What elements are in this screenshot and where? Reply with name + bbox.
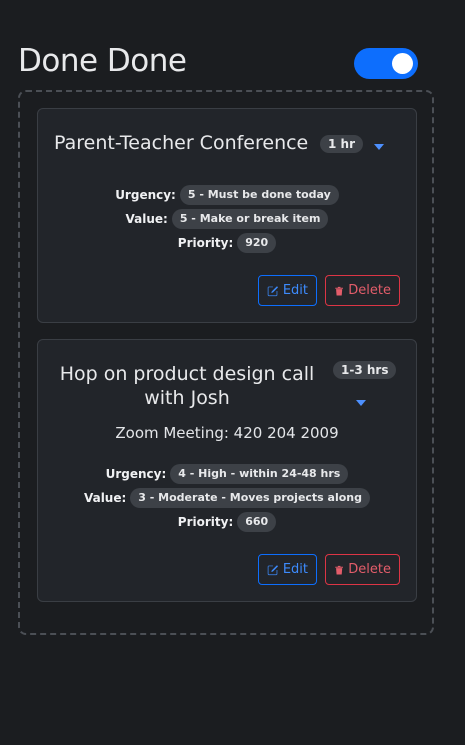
task-title: Parent-Teacher Conference — [54, 132, 309, 154]
edit-button[interactable]: Edit — [258, 554, 317, 585]
task-description: Zoom Meeting: 420 204 2009 — [115, 424, 339, 442]
edit-label: Edit — [282, 562, 308, 577]
delete-button[interactable]: Delete — [325, 554, 400, 585]
card-actions: Edit Delete — [258, 554, 400, 585]
priority-row: Priority: 660 — [38, 510, 416, 534]
urgency-badge: 5 - Must be done today — [179, 185, 339, 205]
toggle-knob — [392, 53, 413, 74]
task-card[interactable]: Parent-Teacher Conference 1 hr Urgency: … — [37, 108, 417, 323]
page-title: Done Done — [18, 43, 187, 79]
edit-label: Edit — [282, 283, 308, 298]
task-meta: Urgency: 5 - Must be done today Value: 5… — [38, 183, 416, 255]
priority-label: Priority: — [177, 515, 234, 529]
urgency-badge: 4 - High - within 24-48 hrs — [170, 464, 349, 484]
done-toggle-switch[interactable] — [354, 48, 418, 79]
edit-button[interactable]: Edit — [258, 275, 317, 306]
value-row: Value: 3 - Moderate - Moves projects alo… — [38, 486, 416, 510]
urgency-label: Urgency: — [105, 467, 167, 481]
duration-badge: 1-3 hrs — [333, 361, 397, 379]
delete-label: Delete — [348, 562, 391, 577]
task-title: Hop on product design call with Josh — [59, 363, 315, 409]
value-label: Value: — [83, 491, 127, 505]
priority-row: Priority: 920 — [38, 231, 416, 255]
chevron-down-icon[interactable] — [374, 144, 384, 150]
value-row: Value: 5 - Make or break item — [38, 207, 416, 231]
edit-icon — [267, 285, 279, 296]
urgency-row: Urgency: 5 - Must be done today — [38, 183, 416, 207]
priority-badge: 920 — [237, 233, 277, 253]
duration-badge: 1 hr — [320, 135, 363, 153]
value-label: Value: — [125, 212, 168, 226]
done-dropzone: Parent-Teacher Conference 1 hr Urgency: … — [18, 90, 434, 635]
card-actions: Edit Delete — [258, 275, 400, 306]
edit-icon — [267, 564, 279, 575]
trash-icon — [335, 565, 343, 574]
urgency-row: Urgency: 4 - High - within 24-48 hrs — [38, 462, 416, 486]
delete-button[interactable]: Delete — [325, 275, 400, 306]
value-badge: 5 - Make or break item — [171, 209, 329, 229]
task-meta: Urgency: 4 - High - within 24-48 hrs Val… — [38, 462, 416, 534]
value-badge: 3 - Moderate - Moves projects along — [130, 488, 371, 508]
trash-icon — [335, 286, 343, 295]
priority-label: Priority: — [177, 236, 234, 250]
delete-label: Delete — [348, 283, 391, 298]
task-card[interactable]: Hop on product design call with Josh 1-3… — [37, 339, 417, 602]
urgency-label: Urgency: — [115, 188, 176, 202]
chevron-down-icon[interactable] — [356, 400, 366, 406]
priority-badge: 660 — [237, 512, 277, 532]
